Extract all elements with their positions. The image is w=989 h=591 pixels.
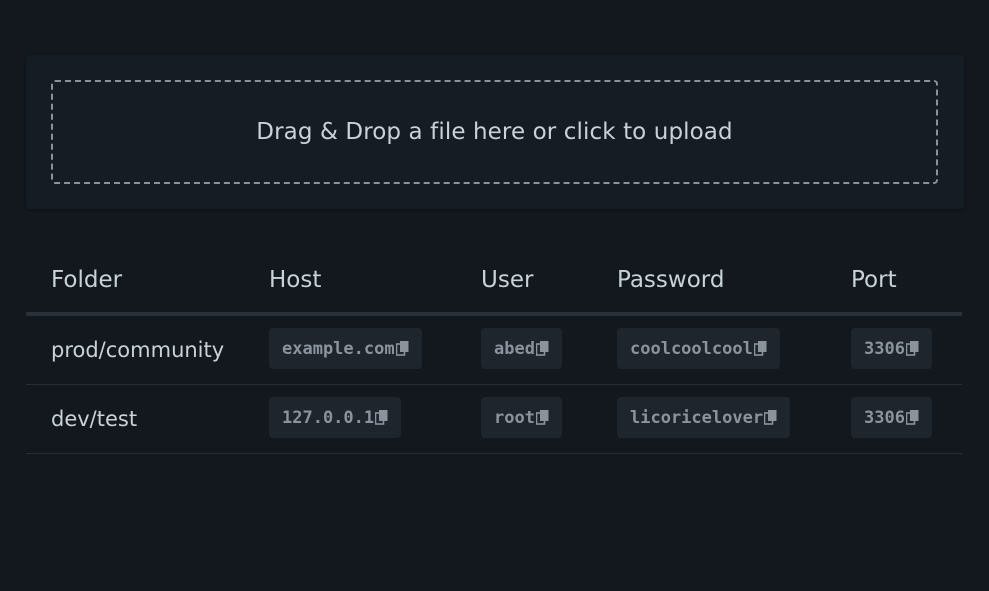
copy-port-chip[interactable]: 3306 — [851, 328, 932, 369]
copy-host-chip[interactable]: 127.0.0.1 — [269, 397, 402, 438]
header-folder: Folder — [51, 267, 123, 293]
copy-icon — [753, 341, 767, 356]
header-password: Password — [617, 267, 725, 293]
user-value: abed — [494, 338, 535, 359]
host-value: example.com — [282, 338, 395, 359]
copy-password-chip[interactable]: coolcoolcool — [617, 328, 780, 369]
copy-icon — [535, 341, 549, 356]
copy-user-chip[interactable]: root — [481, 397, 562, 438]
copy-host-chip[interactable]: example.com — [269, 328, 422, 369]
copy-icon — [375, 410, 388, 425]
file-dropzone[interactable]: Drag & Drop a file here or click to uplo… — [51, 80, 938, 184]
dropzone-label: Drag & Drop a file here or click to uplo… — [256, 119, 733, 145]
password-value: coolcoolcool — [630, 338, 753, 359]
table-row: dev/test 127.0.0.1 root licoricelover 33… — [26, 385, 962, 454]
credentials-table: Folder Host User Password Port prod/comm… — [26, 250, 962, 454]
password-value: licoricelover — [630, 407, 764, 428]
copy-password-chip[interactable]: licoricelover — [617, 397, 791, 438]
host-value: 127.0.0.1 — [282, 407, 375, 428]
port-value: 3306 — [864, 338, 905, 359]
folder-cell: dev/test — [51, 407, 138, 431]
copy-icon — [905, 341, 919, 356]
copy-icon — [764, 410, 777, 425]
header-host: Host — [269, 267, 322, 293]
folder-cell: prod/community — [51, 338, 225, 362]
table-header: Folder Host User Password Port — [26, 250, 962, 316]
copy-user-chip[interactable]: abed — [481, 328, 562, 369]
header-user: User — [481, 267, 534, 293]
table-row: prod/community example.com abed coolcool… — [26, 316, 962, 385]
upload-card: Drag & Drop a file here or click to uplo… — [26, 55, 964, 209]
copy-port-chip[interactable]: 3306 — [851, 397, 932, 438]
copy-icon — [395, 341, 409, 356]
copy-icon — [535, 410, 549, 425]
copy-icon — [905, 410, 919, 425]
port-value: 3306 — [864, 407, 905, 428]
header-port: Port — [851, 267, 897, 293]
user-value: root — [494, 407, 535, 428]
